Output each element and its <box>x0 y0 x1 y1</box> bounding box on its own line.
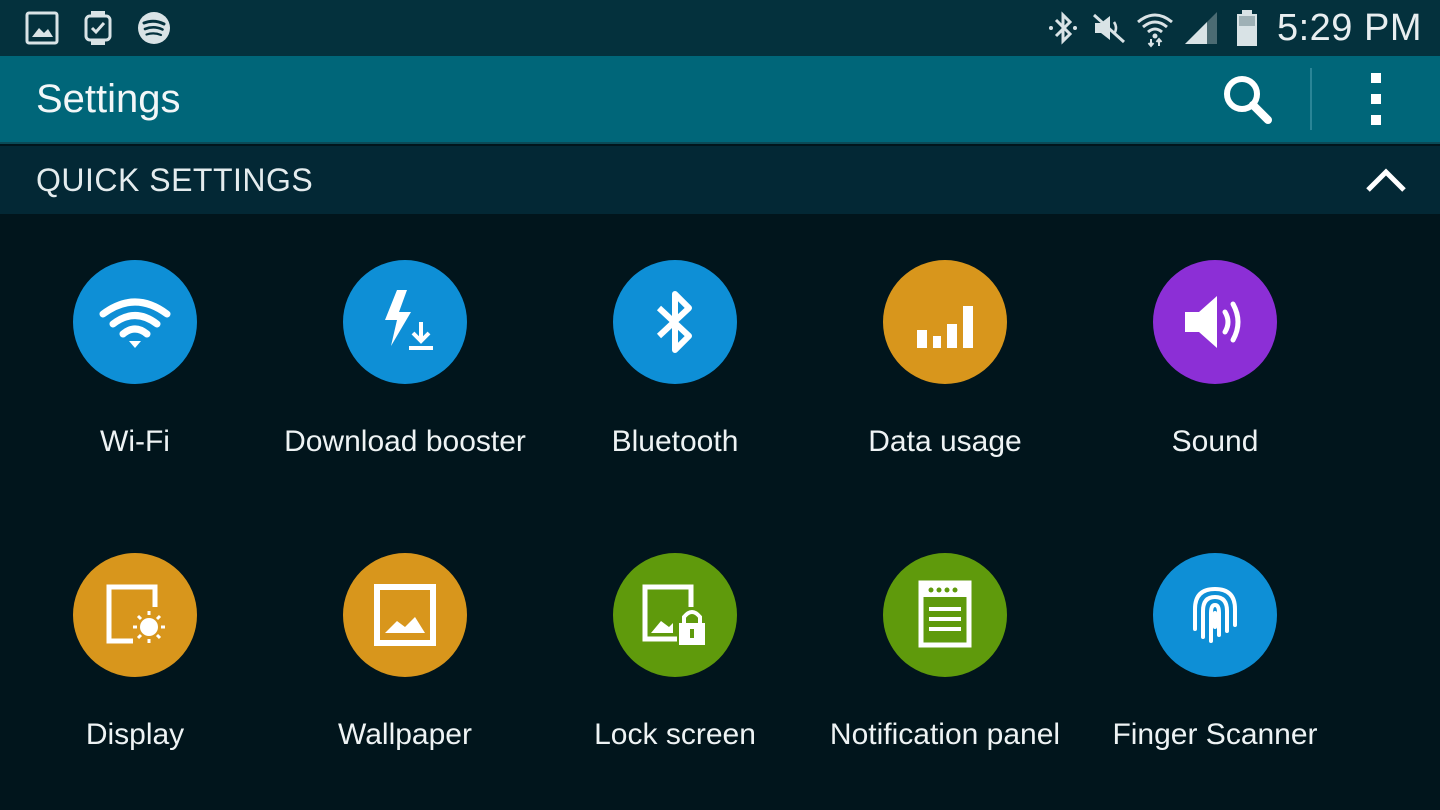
tile-label: Download booster <box>284 424 526 458</box>
spotify-icon <box>138 12 170 44</box>
bluetooth-icon <box>613 260 737 384</box>
quick-setting-wallpaper[interactable]: Wallpaper <box>270 507 540 787</box>
tile-label: Data usage <box>868 424 1022 458</box>
quick-setting-wifi[interactable]: Wi-Fi <box>0 214 270 494</box>
page-title: Settings <box>36 76 181 121</box>
tile-label: Lock screen <box>594 717 756 751</box>
quick-setting-download-booster[interactable]: Download booster <box>270 214 540 494</box>
battery-icon <box>1236 10 1257 46</box>
status-right-icons: 5:29 PM <box>1037 7 1422 50</box>
quick-setting-lock-screen[interactable]: Lock screen <box>540 507 810 787</box>
quick-settings-header[interactable]: QUICK SETTINGS <box>0 146 1440 214</box>
wifi-icon <box>73 260 197 384</box>
chevron-up-icon <box>1366 168 1406 192</box>
section-title: QUICK SETTINGS <box>36 161 314 198</box>
search-icon <box>1224 76 1272 124</box>
mute-icon <box>1092 13 1125 44</box>
quick-setting-finger-scanner[interactable]: Finger Scanner <box>1080 507 1350 787</box>
wallpaper-icon <box>343 553 467 677</box>
tile-label: Wi-Fi <box>100 424 170 458</box>
lock-screen-icon <box>613 553 737 677</box>
quick-setting-display[interactable]: Display <box>0 507 270 787</box>
status-time: 5:29 PM <box>1276 6 1422 49</box>
quick-settings-grid: Wi-Fi Download booster Bluetooth Data us… <box>0 214 1440 810</box>
status-bar: 5:29 PM <box>0 0 1440 56</box>
signal-icon <box>1184 12 1217 44</box>
more-options-button[interactable] <box>1312 55 1440 143</box>
download-booster-icon <box>343 260 467 384</box>
tile-label: Display <box>85 717 185 751</box>
bluetooth-icon <box>1048 11 1077 45</box>
wifi-icon <box>1137 13 1173 48</box>
tile-label: Bluetooth <box>611 424 739 458</box>
watch-icon <box>84 11 112 45</box>
collapse-button[interactable] <box>1360 154 1412 206</box>
notification-panel-icon <box>883 553 1007 677</box>
status-left-icons <box>24 10 192 46</box>
quick-setting-bluetooth[interactable]: Bluetooth <box>540 214 810 494</box>
quick-setting-notification-panel[interactable]: Notification panel <box>810 507 1080 787</box>
tile-label: Notification panel <box>829 717 1061 751</box>
fingerprint-icon <box>1153 553 1277 677</box>
tile-label: Wallpaper <box>338 717 472 751</box>
sound-icon <box>1153 260 1277 384</box>
quick-setting-sound[interactable]: Sound <box>1080 214 1350 494</box>
search-button[interactable] <box>1202 55 1292 143</box>
more-vertical-icon <box>1371 73 1381 125</box>
quick-setting-data-usage[interactable]: Data usage <box>810 214 1080 494</box>
tile-label: Sound <box>1171 424 1259 458</box>
tile-label: Finger Scanner <box>1112 717 1318 751</box>
display-icon <box>73 553 197 677</box>
data-usage-icon <box>883 260 1007 384</box>
gallery-icon <box>25 11 59 45</box>
action-bar: Settings <box>0 56 1440 144</box>
